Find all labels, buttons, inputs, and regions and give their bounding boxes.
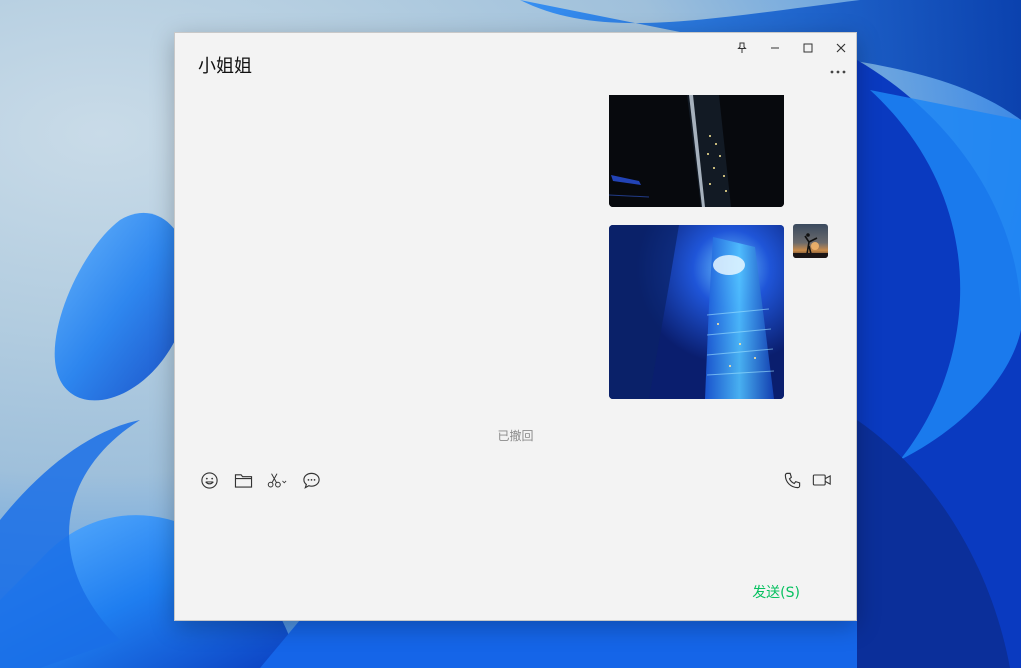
chat-title: 小姐姐 xyxy=(198,56,252,77)
chat-window: 小姐姐 已撤回 发送(S) xyxy=(174,32,857,621)
image-message[interactable] xyxy=(609,225,784,399)
message-input[interactable] xyxy=(195,501,835,587)
pin-icon[interactable] xyxy=(728,37,756,59)
message-list[interactable] xyxy=(175,93,856,453)
composer-toolbar xyxy=(199,470,321,490)
maximize-icon[interactable] xyxy=(794,37,822,59)
send-button[interactable]: 发送(S) xyxy=(752,582,800,602)
video-camera-icon[interactable] xyxy=(812,470,832,490)
more-options-icon[interactable] xyxy=(828,65,848,79)
chat-bubble-icon[interactable] xyxy=(301,470,321,490)
scissors-icon[interactable] xyxy=(267,470,287,490)
image-message[interactable] xyxy=(609,95,784,207)
emoji-icon[interactable] xyxy=(199,470,219,490)
close-icon[interactable] xyxy=(827,37,855,59)
call-toolbar xyxy=(782,470,832,490)
folder-icon[interactable] xyxy=(233,470,253,490)
avatar[interactable] xyxy=(793,224,828,258)
minimize-icon[interactable] xyxy=(761,37,789,59)
phone-icon[interactable] xyxy=(782,470,802,490)
recalled-notice: 已撤回 xyxy=(497,429,534,443)
